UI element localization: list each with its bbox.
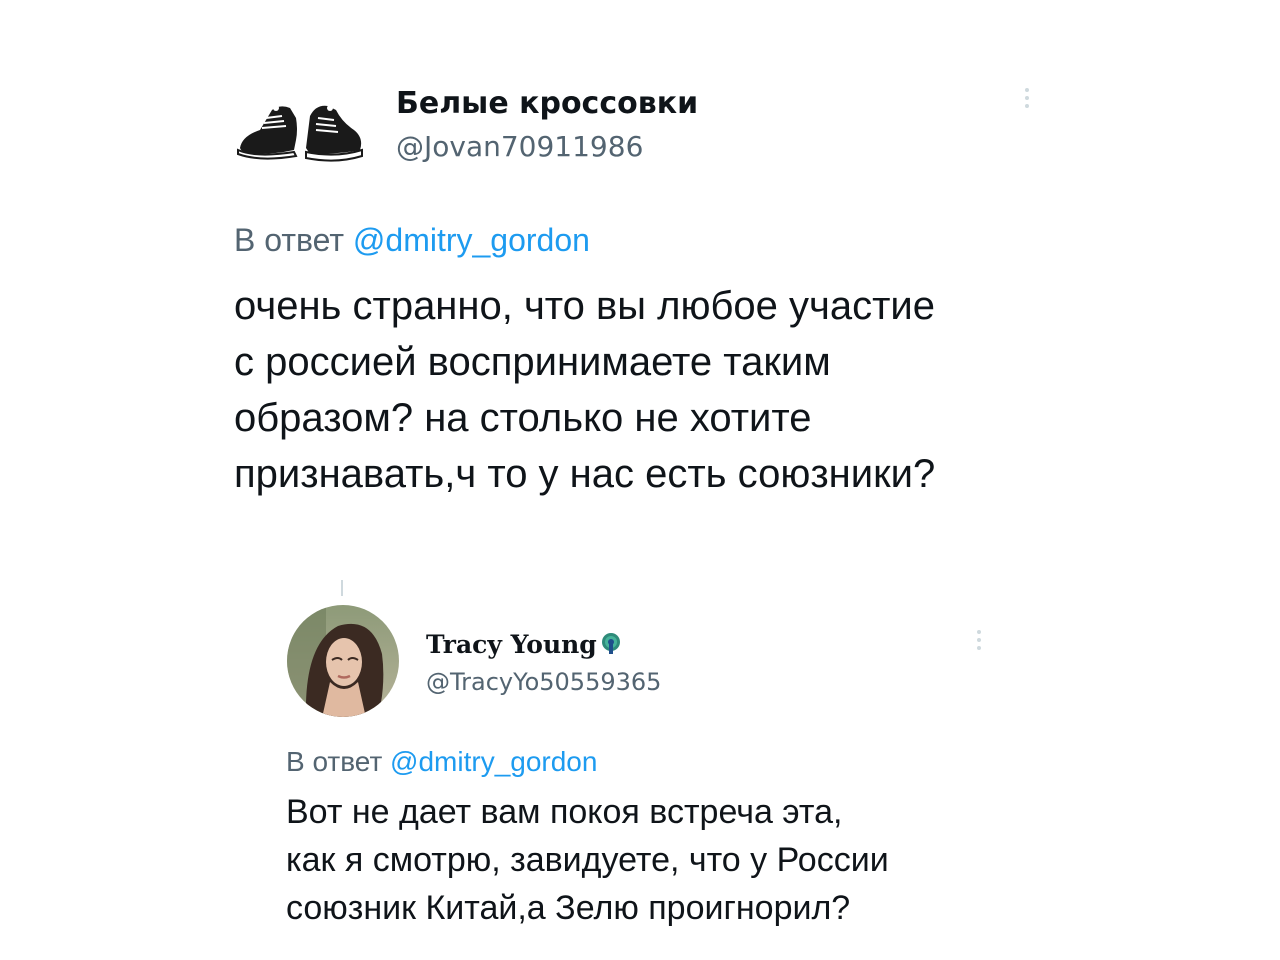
tweet-text-line: признавать,ч то у нас есть союзники? — [234, 452, 936, 496]
reply-prefix: В ответ — [286, 746, 383, 777]
profile-photo-icon[interactable] — [286, 604, 400, 718]
author-handle[interactable]: @Jovan70911986 — [396, 130, 643, 163]
author-name[interactable]: Белые кроссовки — [396, 86, 698, 121]
reply-to-line: В ответ @dmitry_gordon — [286, 746, 597, 778]
author-name[interactable]: Tracy Young — [426, 630, 623, 659]
reply-mention-link[interactable]: @dmitry_gordon — [390, 746, 597, 777]
peacock-icon — [599, 632, 623, 656]
tweet-text-line: как я смотрю, завидуете, что у России — [286, 841, 889, 879]
tweet-text-line: с россией воспринимаете таким — [234, 340, 831, 384]
tweet-text-line: Вот не дает вам покоя встреча эта, — [286, 793, 843, 831]
tweet-text: Вот не дает вам покоя встреча эта, как я… — [286, 788, 889, 932]
author-name-text[interactable]: Tracy Young — [426, 630, 597, 659]
tweet-card: Белые кроссовки @Jovan70911986 В ответ @… — [0, 0, 1280, 540]
tweet-card: Tracy Young @TracyYo50559365 В ответ @dm… — [0, 540, 1280, 960]
tweet-text-line: очень странно, что вы любое участие — [234, 284, 935, 328]
author-handle[interactable]: @TracyYo50559365 — [426, 668, 661, 696]
tweet-text: очень странно, что вы любое участие с ро… — [234, 278, 935, 502]
more-dots-icon[interactable] — [1024, 88, 1030, 108]
tweet-text-line: союзник Китай,а Зелю проигнорил? — [286, 889, 851, 927]
reply-mention-link[interactable]: @dmitry_gordon — [353, 222, 590, 258]
reply-to-line: В ответ @dmitry_gordon — [234, 222, 590, 259]
tweet-text-line: образом? на столько не хотите — [234, 396, 812, 440]
sneakers-icon[interactable] — [236, 96, 364, 164]
more-dots-icon[interactable] — [976, 630, 982, 650]
reply-prefix: В ответ — [234, 222, 345, 258]
